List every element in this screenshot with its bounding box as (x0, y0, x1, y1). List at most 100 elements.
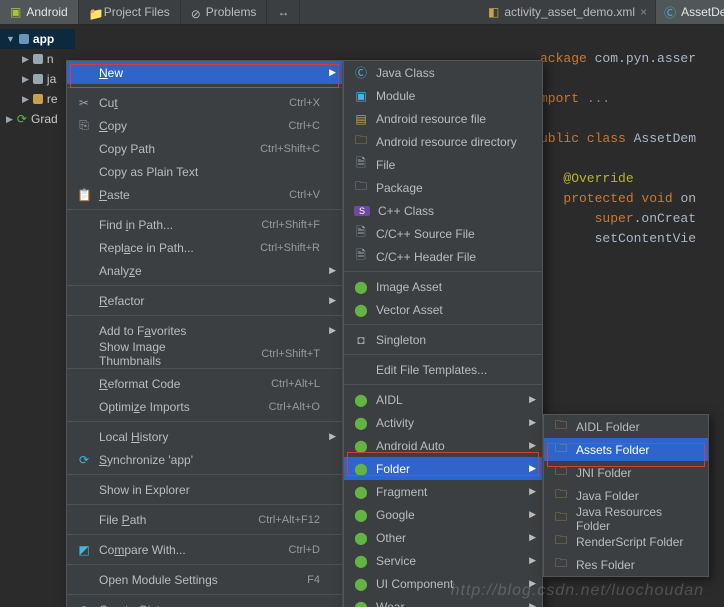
menu-refactor[interactable]: Refactor▶ (67, 289, 342, 312)
close-icon[interactable]: × (640, 5, 647, 19)
menu-separator (67, 421, 342, 422)
menu-copy[interactable]: ⎘CopyCtrl+C (67, 114, 342, 137)
menu-find-in-path[interactable]: Find in Path...Ctrl+Shift+F (67, 213, 342, 236)
menu-fragment[interactable]: ⬤Fragment▶ (344, 480, 542, 503)
menu-local-history[interactable]: Local History▶ (67, 425, 342, 448)
tab-project-files[interactable]: 📁Project Files (79, 0, 181, 24)
code-text: .onCreat (634, 211, 696, 226)
menu-aidl[interactable]: ⬤AIDL▶ (344, 388, 542, 411)
menu-show-explorer[interactable]: Show in Explorer (67, 478, 342, 501)
menu-separator (67, 315, 342, 316)
menu-folder[interactable]: ⬤Folder▶ (344, 457, 542, 480)
tab-problems[interactable]: ⊘Problems (181, 0, 268, 24)
menu-label: Service (376, 554, 520, 568)
menu-replace-in-path[interactable]: Replace in Path...Ctrl+Shift+R (67, 236, 342, 259)
editor-tab-xml[interactable]: ◧activity_asset_demo.xml× (480, 0, 656, 24)
menu-android-resource-file[interactable]: ▤Android resource file (344, 107, 542, 130)
menu-label: File (376, 158, 520, 172)
menu-android-resource-directory[interactable]: 🗀Android resource directory (344, 130, 542, 153)
tree-gradle[interactable]: ▶⟳Grad (0, 109, 75, 129)
menu-show-thumbnails[interactable]: Show Image ThumbnailsCtrl+Shift+T (67, 342, 342, 365)
menu-create-gist[interactable]: ◉Create Gist... (67, 598, 342, 607)
tree-item[interactable]: ▶ re (0, 89, 75, 109)
menu-analyze[interactable]: Analyze▶ (67, 259, 342, 282)
menu-file[interactable]: 🗎File (344, 153, 542, 176)
code-kw: super (595, 211, 634, 226)
menu-jni-folder[interactable]: 🗀JNI Folder (544, 461, 708, 484)
shortcut: Ctrl+Alt+L (271, 378, 320, 390)
menu-package[interactable]: 🗀Package (344, 176, 542, 199)
tab-scroll[interactable]: ↔ (267, 0, 300, 24)
tree-app[interactable]: ▼app (0, 29, 75, 49)
folder-icon: 🗀 (554, 531, 568, 552)
menu-synchronize[interactable]: ⟳Synchronize 'app' (67, 448, 342, 471)
menu-optimize-imports[interactable]: Optimize ImportsCtrl+Alt+O (67, 395, 342, 418)
menu-module[interactable]: ▣Module (344, 84, 542, 107)
submenu-arrow-icon: ▶ (529, 509, 536, 520)
shortcut: Ctrl+C (289, 120, 320, 132)
tree-item[interactable]: ▶ja (0, 69, 75, 89)
menu-open-module-settings[interactable]: Open Module SettingsF4 (67, 568, 342, 591)
expand-icon: ▶ (6, 114, 13, 125)
menu-google[interactable]: ⬤Google▶ (344, 503, 542, 526)
code-editor[interactable]: ackage com.pyn.asser mport ... ublic cla… (540, 49, 724, 249)
tab-android[interactable]: ▣Android (0, 0, 79, 24)
menu-res-folder[interactable]: 🗀Res Folder (544, 553, 708, 576)
menu-renderscript-folder[interactable]: 🗀RenderScript Folder (544, 530, 708, 553)
menu-label: Android Auto (376, 439, 520, 453)
menu-copy-plain[interactable]: Copy as Plain Text (67, 160, 342, 183)
submenu-arrow-icon: ▶ (529, 463, 536, 474)
menu-copy-path[interactable]: Copy PathCtrl+Shift+C (67, 137, 342, 160)
compare-icon: ◩ (77, 543, 91, 557)
menu-other[interactable]: ⬤Other▶ (344, 526, 542, 549)
menu-paste[interactable]: 📋PasteCtrl+V (67, 183, 342, 206)
menu-separator (67, 87, 342, 88)
menu-image-asset[interactable]: ⬤Image Asset (344, 275, 542, 298)
menu-service[interactable]: ⬤Service▶ (344, 549, 542, 572)
shortcut: Ctrl+Shift+R (260, 242, 320, 254)
menu-separator (67, 594, 342, 595)
menu-aidl-folder[interactable]: 🗀AIDL Folder (544, 415, 708, 438)
menu-java-resources-folder[interactable]: 🗀Java Resources Folder (544, 507, 708, 530)
menu-java-class[interactable]: ⒸJava Class (344, 61, 542, 84)
menu-label: C/C++ Header File (376, 250, 520, 264)
menu-compare-with[interactable]: ◩Compare With...Ctrl+D (67, 538, 342, 561)
menu-label: Singleton (376, 333, 520, 347)
menu-activity[interactable]: ⬤Activity▶ (344, 411, 542, 434)
menu-file-path[interactable]: File PathCtrl+Alt+F12 (67, 508, 342, 531)
android-icon: ⬤ (354, 508, 368, 522)
menu-c-source[interactable]: 🗎C/C++ Source File (344, 222, 542, 245)
menu-label: Wear (376, 600, 520, 607)
expand-icon: ▶ (22, 54, 29, 65)
menu-android-auto[interactable]: ⬤Android Auto▶ (344, 434, 542, 457)
android-icon: ⬤ (354, 416, 368, 430)
project-tree[interactable]: ▼app ▶n ▶ja ▶re ▶⟳Grad (0, 25, 75, 129)
menu-reformat[interactable]: Reformat CodeCtrl+Alt+L (67, 372, 342, 395)
tree-label: re (47, 92, 58, 106)
tab-label: Project Files (104, 5, 170, 19)
menu-cpp-class[interactable]: SC++ Class (344, 199, 542, 222)
watermark: http://blog.csdn.net/luochoudan (451, 582, 704, 600)
singleton-icon: ◘ (354, 333, 368, 347)
menu-label: Fragment (376, 485, 520, 499)
editor-tab-java[interactable]: ⒸAssetDe (656, 0, 724, 24)
tree-item[interactable]: ▶n (0, 49, 75, 69)
menu-assets-folder[interactable]: 🗀Assets Folder (544, 438, 708, 461)
tree-label: ja (47, 72, 56, 86)
menu-edit-templates[interactable]: Edit File Templates... (344, 358, 542, 381)
menu-new[interactable]: New▶ (67, 61, 342, 84)
menu-label: Java Resources Folder (576, 505, 686, 533)
android-icon: ⬤ (354, 303, 368, 317)
shortcut: Ctrl+Shift+T (261, 348, 320, 360)
menu-c-header[interactable]: 🗎C/C++ Header File (344, 245, 542, 268)
menu-separator (67, 474, 342, 475)
tree-label: app (33, 32, 54, 46)
menu-singleton[interactable]: ◘ Singleton (344, 328, 542, 351)
menu-vector-asset[interactable]: ⬤Vector Asset (344, 298, 542, 321)
expand-icon: ▶ (22, 94, 29, 105)
package-icon: 🗀 (354, 177, 368, 198)
folder-icon (33, 54, 43, 64)
code-text: com.pyn.asser (595, 51, 696, 66)
menu-cut[interactable]: ✂CutCtrl+X (67, 91, 342, 114)
code-kw: ublic class (540, 131, 634, 146)
